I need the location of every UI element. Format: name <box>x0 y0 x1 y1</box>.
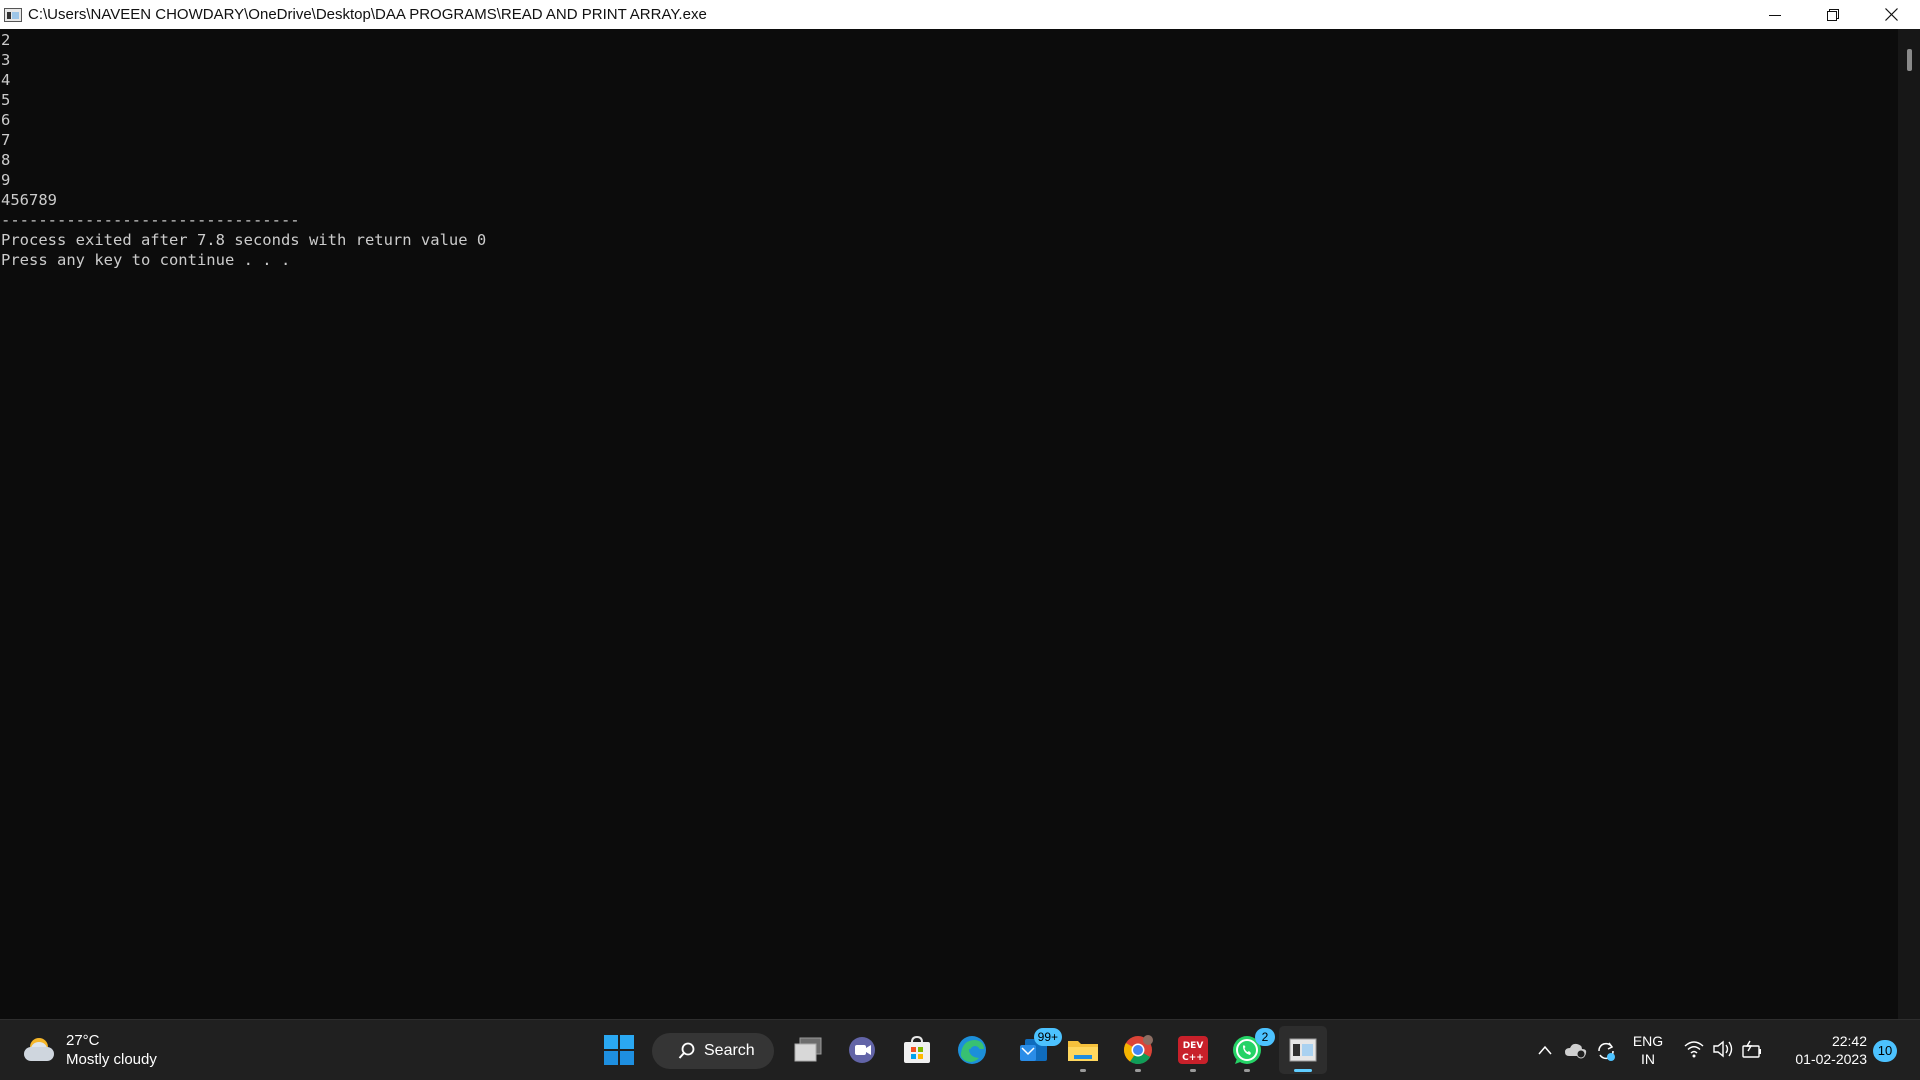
console-taskbar-button[interactable] <box>1279 1026 1327 1074</box>
svg-text:DEV: DEV <box>1183 1041 1204 1051</box>
whatsapp-badge: 2 <box>1255 1028 1275 1046</box>
scrollbar-thumb[interactable] <box>1907 49 1912 71</box>
window-titlebar[interactable]: C:\Users\NAVEEN CHOWDARY\OneDrive\Deskto… <box>0 0 1920 29</box>
weather-temperature: 27°C <box>66 1032 100 1049</box>
console-window-icon <box>1289 1038 1317 1062</box>
edge-icon <box>958 1036 986 1064</box>
partly-cloudy-icon <box>20 1030 60 1070</box>
mail-button[interactable]: 99+ <box>1010 1026 1062 1074</box>
console-line: 6 <box>1 111 11 129</box>
file-explorer-button[interactable] <box>1059 1026 1107 1074</box>
close-icon <box>1884 8 1898 21</box>
console-app-icon <box>4 7 22 22</box>
console-line: 8 <box>1 151 11 169</box>
whatsapp-button[interactable]: 2 <box>1223 1026 1275 1074</box>
clock[interactable]: 22:42 01-02-2023 <box>1777 1032 1867 1068</box>
close-button[interactable] <box>1862 0 1920 29</box>
running-indicator <box>1190 1069 1196 1072</box>
console-line: 4 <box>1 71 11 89</box>
console-line: 5 <box>1 91 11 109</box>
console-line: 7 <box>1 131 11 149</box>
running-indicator <box>1135 1069 1141 1072</box>
volume-icon[interactable] <box>1713 1040 1735 1058</box>
window-title: C:\Users\NAVEEN CHOWDARY\OneDrive\Deskto… <box>28 6 707 23</box>
mail-badge: 99+ <box>1033 1028 1062 1046</box>
running-indicator <box>1080 1069 1086 1072</box>
console-line: 456789 <box>1 191 57 209</box>
task-view-button[interactable] <box>784 1026 832 1074</box>
language-region: IN <box>1641 1051 1655 1067</box>
console-line: 9 <box>1 171 11 189</box>
dev-cpp-button[interactable]: DEV C++ <box>1169 1026 1217 1074</box>
svg-text:C++: C++ <box>1182 1053 1204 1063</box>
taskbar-search[interactable]: Search <box>652 1033 774 1069</box>
taskbar: 27°C Mostly cloudy Search 99+ DEV C++ 2 … <box>0 1019 1920 1080</box>
sync-icon[interactable] <box>1595 1040 1617 1062</box>
vertical-scrollbar[interactable] <box>1898 29 1920 1019</box>
search-label: Search <box>704 1042 755 1059</box>
chrome-button[interactable] <box>1114 1026 1162 1074</box>
search-icon <box>678 1042 695 1059</box>
weather-condition: Mostly cloudy <box>66 1051 157 1068</box>
folder-icon <box>1068 1041 1098 1061</box>
chevron-up-icon[interactable] <box>1537 1044 1553 1056</box>
console-output[interactable]: 2 3 4 5 6 7 8 9 456789 -----------------… <box>0 29 1898 1019</box>
console-line: 2 <box>1 31 11 49</box>
system-tray: ENG IN 22:42 01-02-2023 <box>1532 1020 1920 1080</box>
wifi-icon[interactable] <box>1684 1040 1704 1058</box>
minimize-icon <box>1769 14 1781 16</box>
console-separator: -------------------------------- <box>1 211 300 229</box>
clock-time: 22:42 <box>1831 1033 1867 1049</box>
restore-icon <box>1827 8 1839 21</box>
chrome-icon <box>1124 1035 1153 1064</box>
input-language[interactable]: ENG IN <box>1628 1032 1668 1068</box>
start-button[interactable] <box>595 1026 643 1074</box>
process-exit-message: Process exited after 7.8 seconds with re… <box>1 231 487 249</box>
console-line: 3 <box>1 51 11 69</box>
microsoft-store-icon <box>904 1035 930 1063</box>
dev-cpp-icon: DEV C++ <box>1178 1036 1208 1064</box>
edge-button[interactable] <box>948 1026 996 1074</box>
weather-widget[interactable]: 27°C Mostly cloudy <box>20 1030 157 1070</box>
restore-button[interactable] <box>1804 0 1862 29</box>
task-view-icon <box>794 1037 822 1062</box>
clock-date: 01-02-2023 <box>1795 1051 1867 1067</box>
minimize-button[interactable] <box>1746 0 1804 29</box>
windows-start-icon <box>604 1035 634 1065</box>
language-code: ENG <box>1632 1033 1664 1049</box>
active-indicator <box>1294 1069 1312 1072</box>
continue-prompt: Press any key to continue . . . <box>1 251 291 269</box>
running-indicator <box>1244 1069 1250 1072</box>
battery-charging-icon[interactable] <box>1742 1040 1764 1060</box>
window-controls <box>1746 0 1920 29</box>
notification-count-badge[interactable]: 10 <box>1873 1040 1897 1062</box>
store-button[interactable] <box>893 1026 941 1074</box>
chat-button[interactable] <box>838 1026 886 1074</box>
teams-chat-icon <box>849 1037 875 1063</box>
onedrive-cloud-icon[interactable] <box>1564 1040 1588 1060</box>
